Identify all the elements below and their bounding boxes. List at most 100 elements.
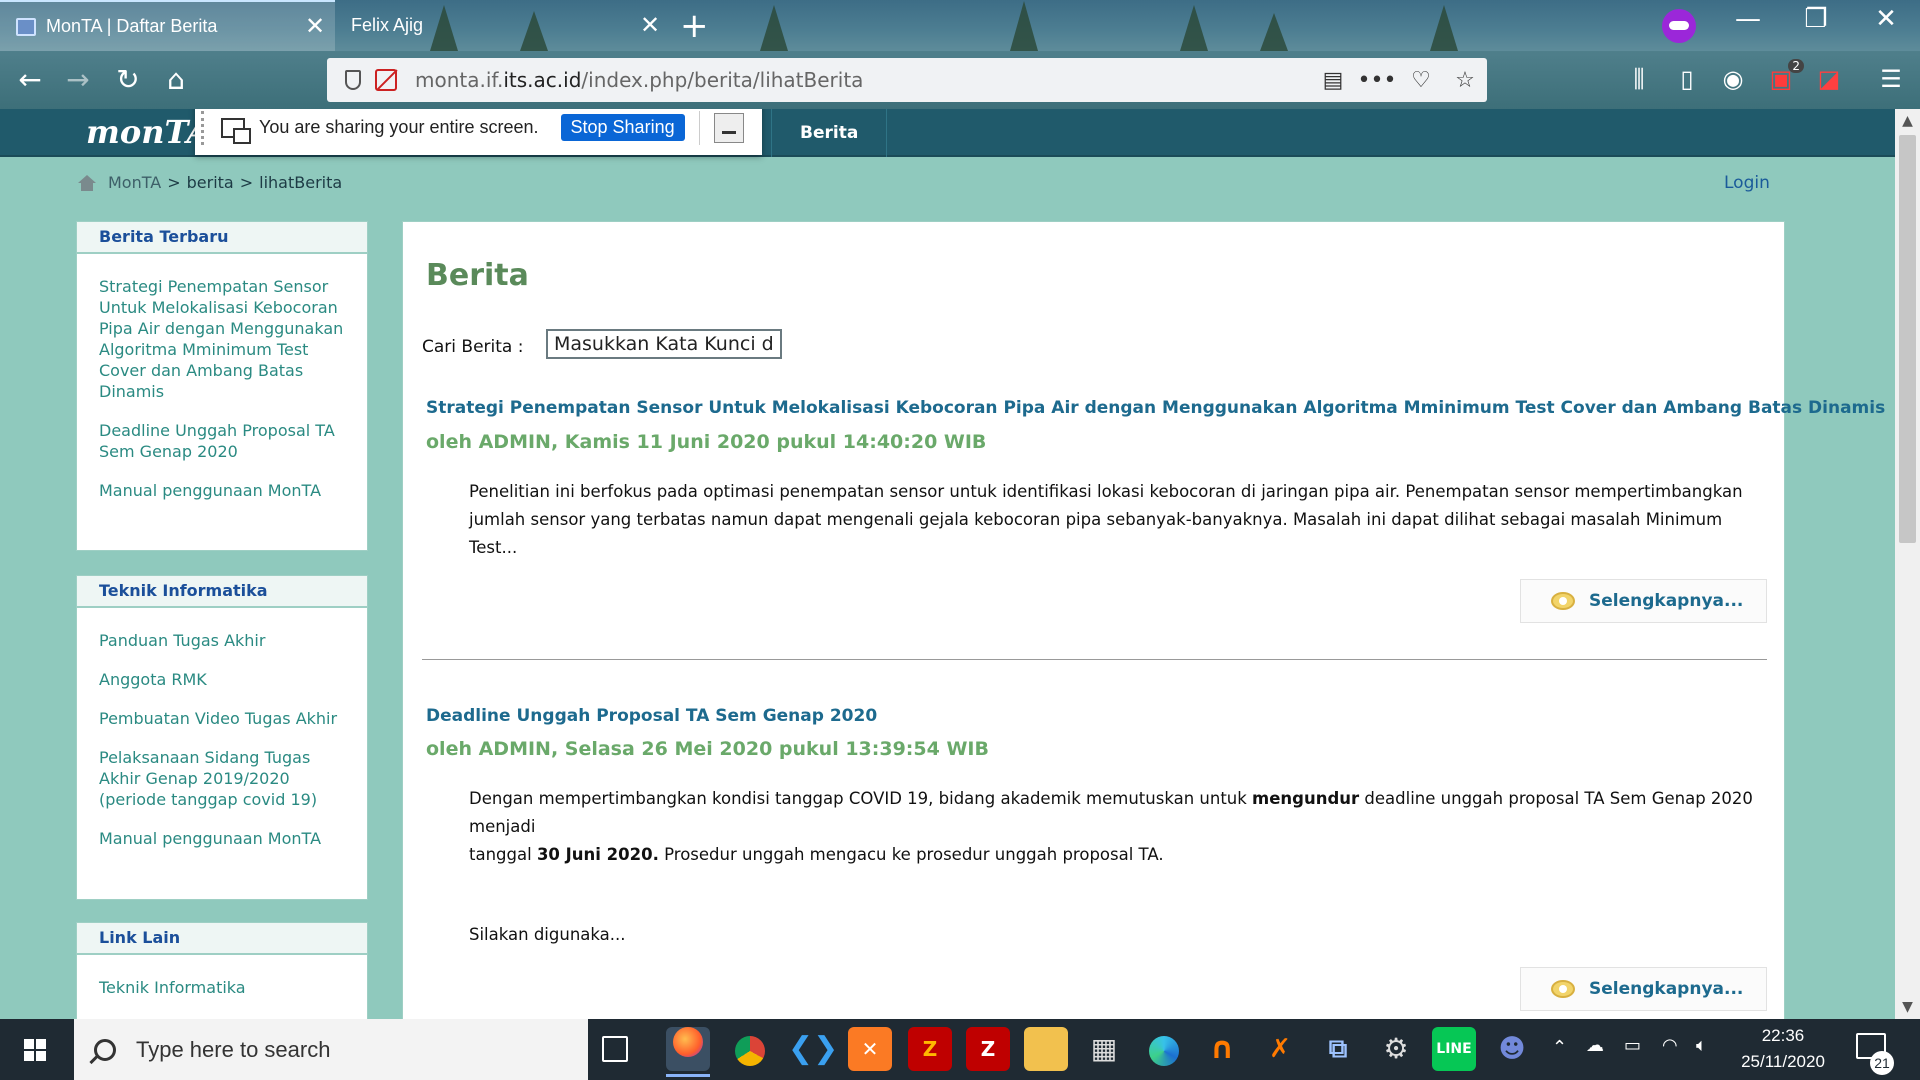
sidebar-link[interactable]: Pembuatan Video Tugas Akhir	[99, 708, 345, 729]
addon-lock-icon[interactable]: ▣ 2	[1766, 59, 1804, 95]
article-meta: oleh ADMIN, Kamis 11 Juni 2020 pukul 14:…	[426, 431, 987, 453]
sidebar-link[interactable]: Deadline Unggah Proposal TA Sem Genap 20…	[99, 420, 345, 462]
breadcrumb-berita[interactable]: berita	[187, 173, 234, 192]
scroll-down-icon[interactable]: ▼	[1895, 995, 1920, 1019]
stop-sharing-button[interactable]: Stop Sharing	[560, 114, 685, 141]
tab-felix[interactable]: Felix Ajig ✕	[335, 0, 670, 51]
settings-gear-icon[interactable]: ⚙	[1374, 1027, 1418, 1071]
system-clock[interactable]: 22:36 25/11/2020	[1738, 1023, 1828, 1075]
sidebar-heading: Berita Terbaru	[77, 222, 367, 254]
sidebar-link[interactable]: Anggota RMK	[99, 669, 345, 690]
tab-title: Felix Ajig	[351, 15, 424, 35]
home-icon[interactable]: ⌂	[158, 63, 194, 99]
firefox-icon[interactable]	[666, 1027, 710, 1077]
read-more-label: Selengkapnya...	[1589, 591, 1744, 611]
notification-count: 21	[1870, 1051, 1894, 1075]
hide-share-bar-button[interactable]	[713, 112, 744, 143]
article-divider	[422, 659, 1767, 660]
new-tab-button[interactable]: +	[680, 6, 709, 46]
wifi-icon[interactable]: ◠	[1662, 1035, 1678, 1056]
breadcrumb-current: lihatBerita	[259, 173, 343, 192]
breadcrumb-separator: >	[167, 173, 181, 192]
sidebar-icon[interactable]: ▯	[1672, 65, 1702, 95]
search-input[interactable]	[546, 329, 782, 359]
task-view-icon[interactable]	[602, 1036, 628, 1062]
xampp-icon[interactable]: ✕	[848, 1027, 892, 1071]
breadcrumb-home[interactable]: MonTA	[108, 173, 161, 192]
article-title[interactable]: Deadline Unggah Proposal TA Sem Genap 20…	[426, 706, 877, 726]
read-more-icon	[1551, 980, 1575, 998]
filezilla-icon[interactable]: Z	[908, 1027, 952, 1071]
pocket-icon[interactable]: ♡	[1399, 68, 1443, 93]
scroll-thumb[interactable]	[1899, 135, 1916, 543]
battery-icon[interactable]: ▭	[1624, 1035, 1641, 1056]
tab-close-icon[interactable]: ✕	[295, 12, 335, 41]
sidebar-link[interactable]: Manual penggunaan MonTA	[99, 480, 345, 501]
site-logo[interactable]: monTA	[86, 113, 211, 151]
library-icon[interactable]: ⫼	[1624, 65, 1654, 95]
article-excerpt: Penelitian ini berfokus pada optimasi pe…	[469, 482, 1743, 557]
site-favicon-icon	[16, 17, 36, 36]
background-tree	[1260, 13, 1288, 51]
main-content: Berita Cari Berita : Strategi Penempatan…	[402, 221, 1885, 1019]
tracking-shield-icon[interactable]	[345, 70, 361, 90]
bookmark-star-icon[interactable]: ☆	[1443, 68, 1487, 93]
onedrive-icon[interactable]: ☁	[1586, 1035, 1604, 1056]
page-scrollbar[interactable]: ▲ ▼	[1895, 109, 1920, 1019]
drag-handle-icon[interactable]	[201, 110, 213, 145]
url-text[interactable]: monta.if.its.ac.id/index.php/berita/liha…	[415, 68, 1311, 92]
edge-icon[interactable]	[1142, 1027, 1186, 1071]
restore-button[interactable]: ❐	[1786, 4, 1846, 34]
chrome-icon[interactable]	[728, 1027, 772, 1071]
back-arrow-icon[interactable]: ←	[12, 63, 48, 99]
start-button[interactable]	[0, 1019, 72, 1080]
sidebar-link[interactable]: Manual penggunaan MonTA	[99, 828, 345, 849]
read-more-button[interactable]: Selengkapnya...	[1520, 967, 1767, 1011]
reader-view-icon[interactable]: ▤	[1311, 68, 1355, 93]
search-icon	[94, 1038, 116, 1061]
headphones-app-icon[interactable]: ∩	[1200, 1027, 1244, 1071]
read-more-label: Selengkapnya...	[1589, 979, 1744, 999]
tray-overflow-icon[interactable]: ⌃	[1552, 1037, 1567, 1058]
background-tree	[1010, 1, 1038, 51]
browser-titlebar: MonTA | Daftar Berita ✕ Felix Ajig ✕ + —…	[0, 0, 1920, 51]
account-icon[interactable]: ◉	[1718, 65, 1748, 95]
address-bar[interactable]: monta.if.its.ac.id/index.php/berita/liha…	[327, 58, 1487, 102]
menu-icon[interactable]: ☰	[1876, 65, 1906, 95]
store-icon[interactable]: ▦	[1082, 1027, 1126, 1071]
background-tree	[760, 5, 788, 51]
sidebar-link[interactable]: Teknik Informatika	[99, 977, 345, 998]
filezilla-server-icon[interactable]: Z	[966, 1027, 1010, 1071]
nav-berita[interactable]: Berita	[771, 109, 888, 157]
line-icon[interactable]: LINE	[1432, 1027, 1476, 1071]
sidebar-link[interactable]: Panduan Tugas Akhir	[99, 630, 345, 651]
volume-icon[interactable]: 🔈︎	[1696, 1035, 1707, 1056]
scroll-up-icon[interactable]: ▲	[1895, 109, 1920, 133]
addon-tool-icon[interactable]: ◪	[1814, 65, 1844, 95]
login-link[interactable]: Login	[1724, 173, 1770, 193]
search-label: Cari Berita :	[422, 337, 524, 357]
addon-badge: 2	[1788, 59, 1804, 73]
vscode-icon[interactable]: ❮❯	[788, 1027, 838, 1071]
sidebar-link[interactable]: Strategi Penempatan Sensor Untuk Melokal…	[99, 276, 345, 402]
xlaunch-icon[interactable]: ✗	[1258, 1027, 1302, 1071]
taskbar-search[interactable]: Type here to search	[74, 1019, 588, 1080]
page-title: Berita	[426, 258, 529, 293]
file-explorer-icon[interactable]	[1024, 1027, 1068, 1071]
breadcrumb-separator: >	[239, 173, 254, 192]
minimize-button[interactable]: —	[1718, 4, 1778, 34]
sidebar-link[interactable]: Pelaksanaan Sidang Tugas Akhir Genap 201…	[99, 747, 345, 810]
article-title[interactable]: Strategi Penempatan Sensor Untuk Melokal…	[426, 398, 1885, 418]
reload-icon[interactable]: ↻	[110, 63, 146, 99]
insecure-lock-icon[interactable]	[375, 69, 397, 91]
read-more-button[interactable]: Selengkapnya...	[1520, 579, 1767, 623]
tab-monta[interactable]: MonTA | Daftar Berita ✕	[0, 0, 335, 51]
network-app-icon[interactable]: ⧉	[1316, 1027, 1360, 1071]
read-more-icon	[1551, 592, 1575, 610]
forward-arrow-icon[interactable]: →	[60, 63, 96, 99]
discord-icon[interactable]: ☻	[1490, 1027, 1534, 1071]
close-window-button[interactable]: ✕	[1856, 4, 1916, 34]
private-browsing-icon	[1662, 9, 1696, 43]
more-actions-icon[interactable]: •••	[1355, 68, 1399, 93]
tab-close-icon[interactable]: ✕	[630, 11, 670, 40]
